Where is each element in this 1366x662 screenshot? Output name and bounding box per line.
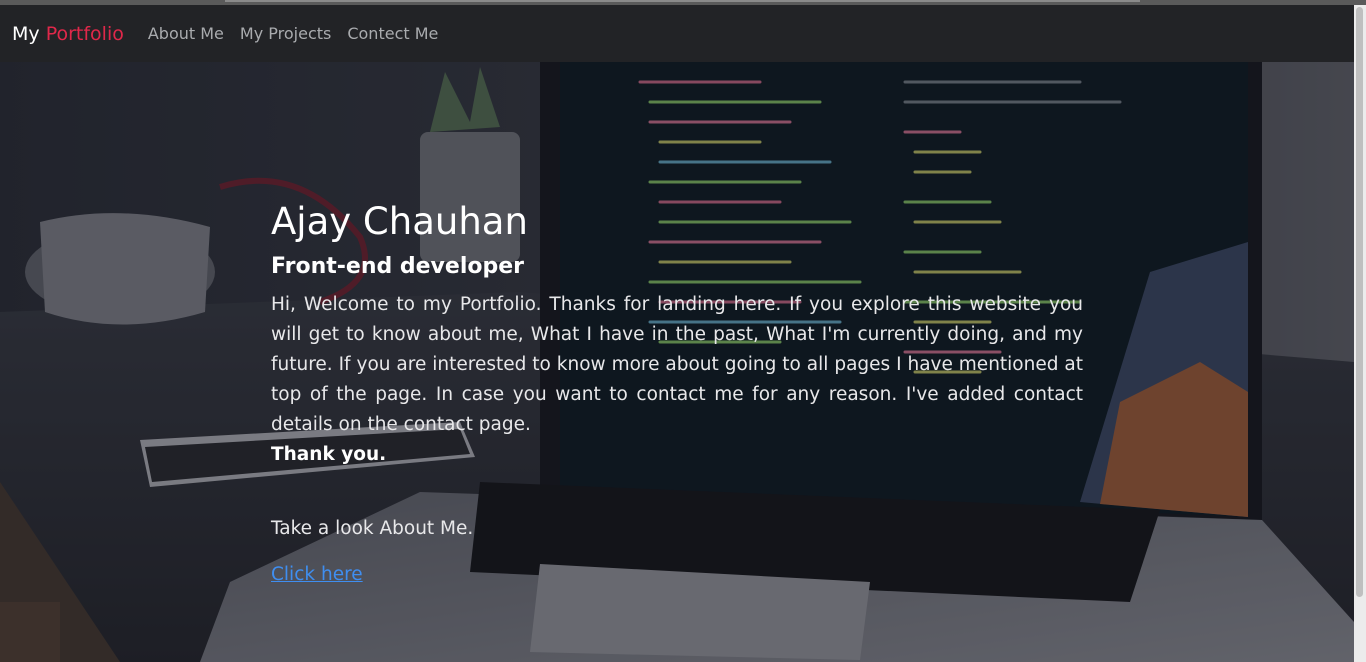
nav-link-about-me[interactable]: About Me: [148, 24, 224, 43]
nav-link-my-projects[interactable]: My Projects: [240, 24, 331, 43]
click-here-link[interactable]: Click here: [271, 564, 363, 585]
scrollbar[interactable]: [1354, 5, 1366, 662]
navbar: My Portfolio About Me My Projects Contec…: [0, 5, 1354, 62]
hero-name: Ajay Chauhan: [271, 200, 528, 243]
hero-role: Front-end developer: [271, 254, 524, 279]
hero-intro-text: Hi, Welcome to my Portfolio. Thanks for …: [271, 294, 1083, 435]
cta-text: Take a look About Me.: [271, 518, 474, 539]
hero-thanks: Thank you.: [271, 444, 387, 465]
brand-prefix: My: [12, 22, 40, 45]
nav-links: About Me My Projects Contect Me: [148, 24, 455, 43]
brand-logo[interactable]: My Portfolio: [12, 23, 124, 45]
brand-accent: Portfolio: [45, 22, 124, 45]
scrollbar-thumb[interactable]: [1356, 7, 1363, 597]
hero-intro: Hi, Welcome to my Portfolio. Thanks for …: [271, 290, 1083, 470]
nav-link-contact-me[interactable]: Contect Me: [347, 24, 438, 43]
